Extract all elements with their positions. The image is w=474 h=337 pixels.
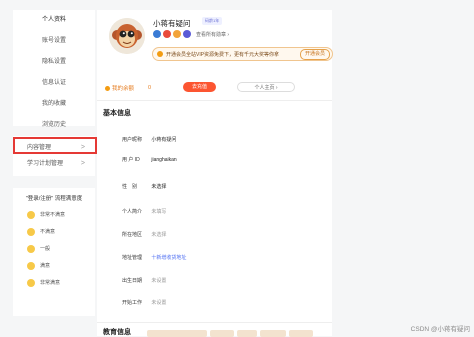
badge-icon[interactable] <box>183 30 191 38</box>
sidebar-item-verification[interactable]: 信息认证 <box>13 73 95 94</box>
info-label: 所在地区 <box>122 232 143 238</box>
sidebar-item-privacy-settings[interactable]: 隐私设置 <box>13 52 95 73</box>
info-value[interactable]: 未设置 <box>151 300 166 306</box>
survey-option-label: 一般 <box>40 246 51 252</box>
info-value[interactable]: 未设置 <box>151 278 166 284</box>
avatar[interactable] <box>109 18 145 54</box>
basic-info-title: 基本信息 <box>103 110 131 117</box>
watermark: CSDN @小蒋有疑问 <box>410 326 470 333</box>
info-label: 性 别 <box>122 184 138 190</box>
badge-list: 查看所有勋章 › <box>153 30 229 38</box>
info-label: 出生日期 <box>122 278 143 284</box>
badge-icon[interactable] <box>173 30 181 38</box>
survey-option-very-unsatisfied[interactable]: 非常不满意 <box>13 206 95 223</box>
user-name: 小蒋有疑问 <box>153 19 191 28</box>
chevron-right-icon: > <box>80 160 85 167</box>
open-vip-button[interactable]: 开通会员 <box>299 48 330 60</box>
sidebar-item-profile[interactable]: 个人资料 <box>13 10 95 31</box>
satisfaction-survey: "登录/注册" 流程满意度 非常不满意 不满意 一般 满意 非常满意 <box>13 188 95 316</box>
info-value: jianghaikan <box>151 157 177 163</box>
info-value: 小蒋有疑问 <box>151 137 177 143</box>
sidebar-item-favorites[interactable]: 我的收藏 <box>13 94 95 115</box>
info-row-region: 所在地区 未选择 <box>122 230 322 240</box>
info-label: 用户昵称 <box>122 137 143 143</box>
info-label: 地址管理 <box>122 255 143 261</box>
info-row-address: 地址管理 十新增收货地址 <box>122 253 322 263</box>
vip-banner-text: 开通会员全站VIP资源免费下，更有千元大奖等你拿 <box>166 51 280 58</box>
info-row-birthday: 出生日期 未设置 <box>122 276 322 286</box>
survey-option-unsatisfied[interactable]: 不满意 <box>13 223 95 240</box>
info-row-bio: 个人简介 未填写 <box>122 207 322 217</box>
sidebar-item-account-settings[interactable]: 账号设置 <box>13 31 95 52</box>
recharge-button[interactable]: 去充值 <box>183 82 217 92</box>
sad-face-icon <box>27 227 35 236</box>
info-label: 个人简介 <box>122 209 143 215</box>
info-row-user-id: 用 户 ID jianghaikan <box>122 155 322 165</box>
info-value[interactable]: 未选择 <box>151 232 166 238</box>
smile-face-icon <box>27 261 35 270</box>
balance: 我的余额 0 <box>105 84 151 92</box>
balance-value: 0 <box>148 85 152 91</box>
info-row-work-start: 开始工作 未设置 <box>122 298 322 308</box>
vip-banner[interactable]: 开通会员全站VIP资源免费下，更有千元大奖等你拿 开通会员 <box>152 47 333 61</box>
survey-option-label: 非常不满意 <box>40 212 66 218</box>
coin-icon <box>105 85 110 91</box>
survey-option-very-satisfied[interactable]: 非常满意 <box>13 274 95 291</box>
vip-crown-icon <box>157 51 163 57</box>
neutral-face-icon <box>27 244 35 253</box>
badge-icon[interactable] <box>163 30 171 38</box>
info-value[interactable]: 未选择 <box>151 184 166 190</box>
sidebar-item-label: 学习计划管理 <box>27 161 64 167</box>
add-address-link[interactable]: 十新增收货地址 <box>151 255 186 261</box>
very-sad-face-icon <box>27 210 35 219</box>
info-label: 用 户 ID <box>122 157 140 163</box>
homepage-button[interactable]: 个人主页 › <box>237 82 295 92</box>
divider <box>97 322 332 323</box>
survey-option-label: 不满意 <box>40 229 56 235</box>
survey-option-neutral[interactable]: 一般 <box>13 240 95 257</box>
happy-face-icon <box>27 278 35 287</box>
profile-panel: 小蒋有疑问 码龄1年 查看所有勋章 › 开通会员全站VIP资源免费下，更有千元大… <box>97 10 333 337</box>
annotation-highlight-box <box>13 137 97 154</box>
survey-option-label: 非常满意 <box>40 280 61 286</box>
info-row-gender: 性 别 未选择 <box>122 182 322 192</box>
sidebar: 个人资料 账号设置 隐私设置 信息认证 我的收藏 浏览历史 内容管理 > 学习计… <box>13 10 95 336</box>
info-label: 开始工作 <box>122 300 143 306</box>
balance-label: 我的余额 <box>112 86 135 92</box>
info-value[interactable]: 未填写 <box>151 209 166 215</box>
survey-title: "登录/注册" 流程满意度 <box>25 196 83 202</box>
sidebar-item-study-plan[interactable]: 学习计划管理 > <box>13 156 95 172</box>
survey-option-label: 满意 <box>40 263 51 269</box>
balance-row: 我的余额 0 去充值 个人主页 › <box>105 82 327 94</box>
monkey-avatar-icon <box>109 18 145 54</box>
sidebar-menu: 个人资料 账号设置 隐私设置 信息认证 我的收藏 浏览历史 <box>13 10 95 128</box>
info-row-nickname: 用户昵称 小蒋有疑问 <box>122 135 322 145</box>
divider <box>97 100 332 101</box>
survey-option-satisfied[interactable]: 满意 <box>13 257 95 274</box>
badge-icon[interactable] <box>153 30 161 38</box>
all-badges-link[interactable]: 查看所有勋章 › <box>196 31 229 38</box>
code-age-badge: 码龄1年 <box>202 17 223 25</box>
sidebar-item-history[interactable]: 浏览历史 <box>13 115 95 136</box>
